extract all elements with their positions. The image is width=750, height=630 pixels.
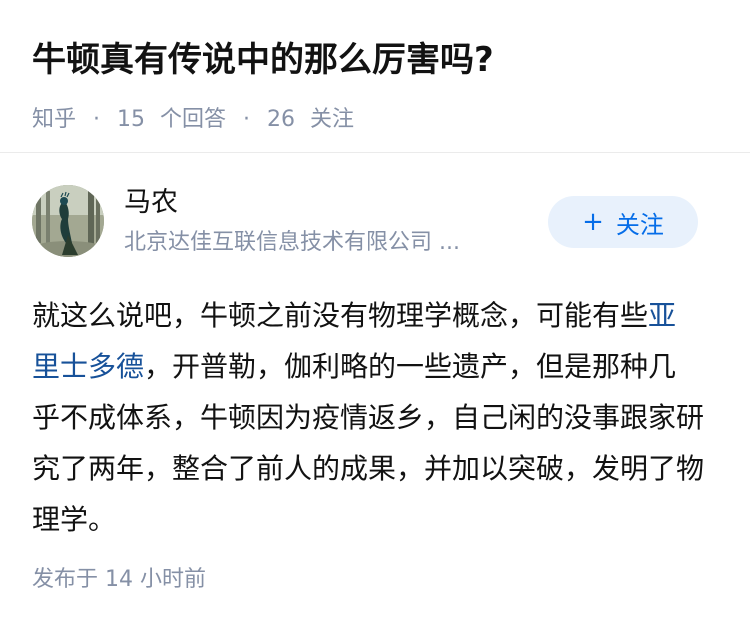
- answer-count-link[interactable]: 15 个回答: [117, 107, 233, 132]
- publish-time: 发布于 14 小时前: [32, 567, 206, 592]
- answer-count-label: 个回答: [160, 107, 227, 132]
- meta-separator: ·: [243, 107, 251, 132]
- answer-count: 15: [117, 107, 146, 132]
- follow-button[interactable]: + 关注: [548, 196, 698, 248]
- peacock-avatar-image: [32, 185, 104, 257]
- question-title[interactable]: 牛顿真有传说中的那么厉害吗?: [32, 38, 722, 82]
- source-label: 知乎: [32, 107, 77, 132]
- plus-icon: +: [582, 207, 604, 237]
- follow-button-label: 关注: [615, 210, 664, 239]
- answer-text-part: 就这么说吧，牛顿之前没有物理学概念，可能有些: [32, 299, 649, 332]
- follow-count: 26: [267, 107, 296, 132]
- question-meta: 知乎 · 15 个回答 · 26 关注: [32, 106, 722, 134]
- answer-content: 就这么说吧，牛顿之前没有物理学概念，可能有些亚里士多德，开普勒，伽利略的一些遗产…: [32, 290, 704, 545]
- follow-count-label: 关注: [310, 107, 355, 132]
- question-header: 牛顿真有传说中的那么厉害吗? 知乎 · 15 个回答 · 26 关注: [32, 38, 722, 134]
- answer-page: 牛顿真有传说中的那么厉害吗? 知乎 · 15 个回答 · 26 关注 马农 北京…: [0, 0, 750, 630]
- divider: [0, 152, 750, 153]
- author-headline: 北京达佳互联信息技术有限公司 ...: [124, 230, 460, 255]
- avatar[interactable]: [32, 185, 104, 257]
- meta-separator: ·: [93, 107, 101, 132]
- follow-count-link[interactable]: 26 关注: [267, 107, 354, 132]
- author-name[interactable]: 马农: [124, 186, 178, 220]
